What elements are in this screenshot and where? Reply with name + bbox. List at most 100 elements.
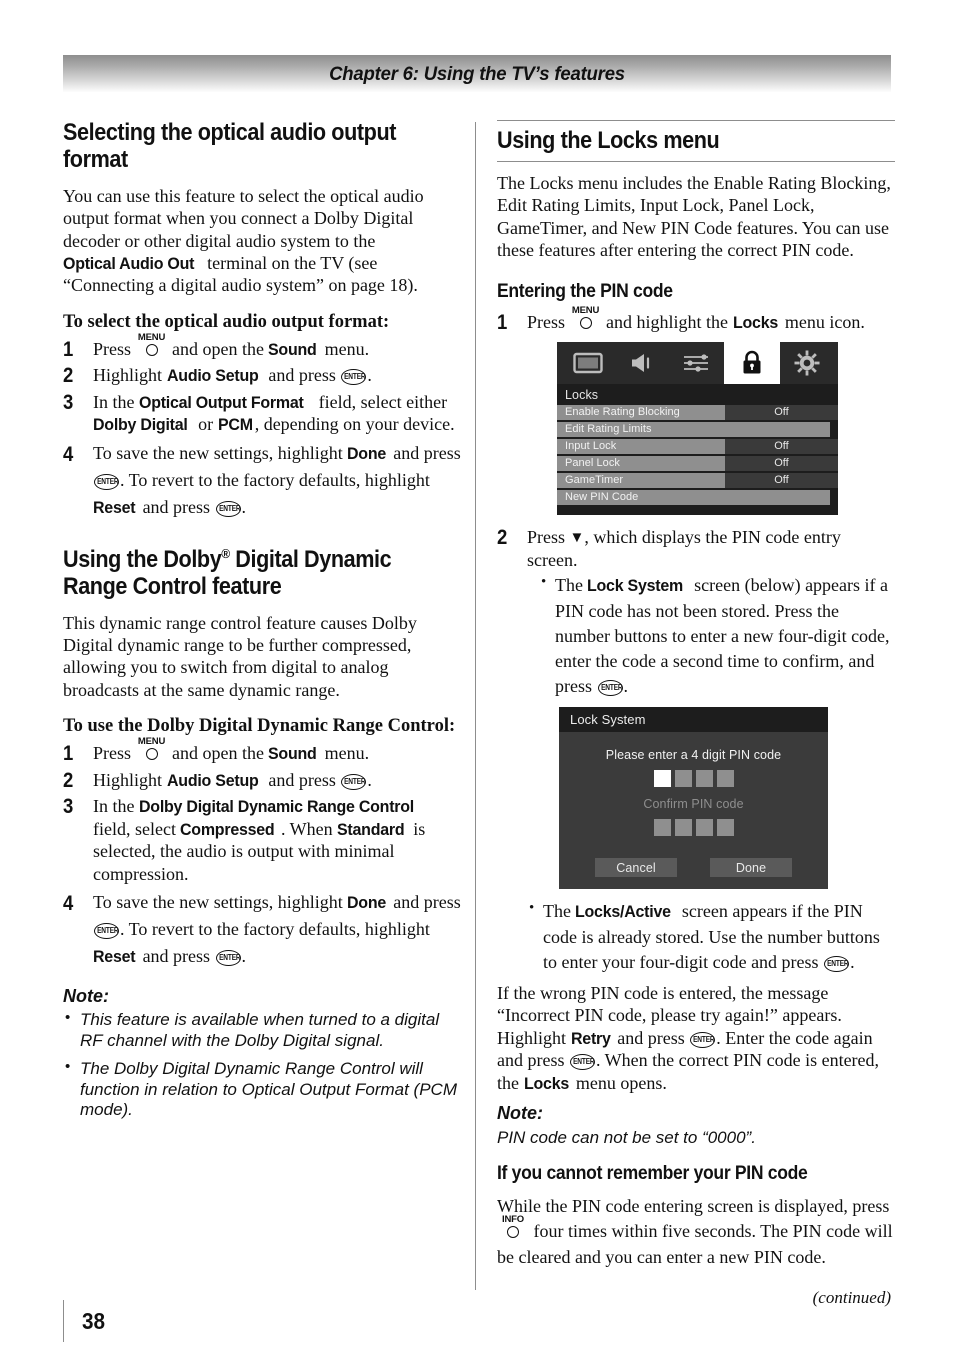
down-arrow-icon: ▼	[569, 530, 585, 547]
enter-key-icon: ENTER	[597, 680, 623, 697]
step-text: and press	[138, 496, 215, 517]
heading-part-a: Using the Dolby	[63, 545, 222, 573]
done-button[interactable]: Done	[710, 858, 792, 878]
pcm-label: PCM	[217, 415, 253, 435]
steps-dolby-drc: 1 Press MENU and open the Sound menu. 2 …	[63, 737, 463, 970]
steps-pin-entry: 2 Press ▼, which displays the PIN code e…	[497, 526, 895, 699]
step-text: and highlight the	[601, 311, 733, 332]
note-item: This feature is available when turned to…	[63, 1009, 463, 1051]
confirm-pin-boxes[interactable]	[559, 819, 828, 837]
tv-menu-body: Locks Enable Rating Blocking Off Edit Ra…	[557, 384, 838, 516]
step-text: and press	[388, 442, 461, 463]
step-text: To save the new settings, highlight	[93, 442, 348, 463]
lock-icon[interactable]	[723, 342, 780, 385]
pin-entry-boxes[interactable]	[559, 770, 828, 788]
step-item: 1 Press MENU and open the Sound menu.	[63, 737, 463, 765]
enter-key-icon: ENTER	[215, 500, 241, 517]
step-text: or	[193, 414, 218, 435]
step-text: In the	[93, 796, 139, 817]
heading-rule-bottom	[497, 160, 895, 162]
step-number: 3	[63, 390, 74, 414]
left-column: Selecting the optical audio output forma…	[63, 119, 463, 1128]
pin-box[interactable]	[716, 819, 734, 837]
step-text: Press	[93, 338, 136, 359]
intro-text-a: You can use this feature to select the o…	[63, 185, 424, 251]
right-column: Using the Locks menu The Locks menu incl…	[497, 120, 895, 1279]
tv-menu-row-edit-rating-limits[interactable]: Edit Rating Limits	[557, 422, 838, 438]
step-text: , depending on your device.	[254, 414, 455, 435]
tv-menu-row-gametimer[interactable]: GameTimer Off	[557, 473, 838, 489]
enter-key-icon: ENTER	[341, 369, 367, 386]
tv-menu-row-panel-lock[interactable]: Panel Lock Off	[557, 456, 838, 472]
pin-box[interactable]	[695, 819, 713, 837]
tv-menu-row-new-pin-code[interactable]: New PIN Code	[557, 490, 838, 506]
enter-key-icon: ENTER	[569, 1054, 595, 1071]
pin-box[interactable]	[695, 770, 713, 788]
menu-key-label: MENU	[137, 331, 166, 343]
audio-icon[interactable]	[615, 342, 669, 384]
menu-key-icon: MENU	[137, 333, 167, 357]
picture-icon[interactable]	[561, 342, 615, 384]
sound-menu-label: Sound	[268, 744, 318, 764]
step-text: Press	[527, 311, 570, 332]
note-item: The Dolby Digital Dynamic Range Control …	[63, 1058, 463, 1121]
step-text: Highlight	[93, 365, 167, 386]
optical-audio-intro: You can use this feature to select the o…	[63, 185, 463, 297]
tv-menu-row-enable-rating-blocking[interactable]: Enable Rating Blocking Off	[557, 405, 838, 421]
step-item: 3 In the Optical Output Format field, se…	[63, 391, 463, 436]
cancel-button[interactable]: Cancel	[595, 858, 677, 878]
tv-menu-heading: Locks	[565, 388, 599, 403]
gear-icon[interactable]	[780, 342, 834, 384]
page-number: 38	[82, 1308, 106, 1334]
row-value: Off	[725, 439, 838, 455]
note-heading: Note:	[63, 986, 109, 1007]
step-number: 1	[63, 337, 74, 361]
menu-key-icon: MENU	[137, 737, 167, 761]
optical-output-format-label: Optical Output Format	[138, 392, 304, 412]
info-key-circle	[507, 1226, 519, 1239]
pin-box[interactable]	[653, 770, 671, 788]
note-body: PIN code can not be set to “0000”.	[497, 1127, 756, 1147]
enter-key-icon: ENTER	[94, 473, 119, 490]
step-text: Press	[93, 743, 136, 764]
info-key-icon: INFO	[498, 1215, 528, 1239]
step-number: 2	[63, 768, 74, 792]
step-item: 3 In the Dolby Digital Dynamic Range Con…	[63, 795, 463, 885]
tv-menu-row-input-lock[interactable]: Input Lock Off	[557, 439, 838, 455]
step-text: and press	[263, 769, 341, 790]
audio-setup-label: Audio Setup	[166, 770, 259, 790]
enter-key-icon: ENTER	[215, 950, 241, 967]
step-item: 4 To save the new settings, highlight Do…	[63, 889, 463, 970]
enter-key-icon: ENTER	[824, 955, 850, 972]
row-value: Off	[725, 456, 838, 472]
dolby-digital-label: Dolby Digital	[93, 415, 188, 435]
tv-menu-icon-bar	[557, 342, 838, 385]
enter-key-icon: ENTER	[94, 923, 119, 940]
page-number-rule	[63, 1300, 64, 1342]
step-number: 2	[63, 364, 74, 388]
pin-box[interactable]	[653, 819, 671, 837]
pin-box[interactable]	[716, 770, 734, 788]
section-heading-dolby-drc: Using the Dolby® Digital Dynamic Range C…	[63, 545, 423, 601]
locks-menu-intro: The Locks menu includes the Enable Ratin…	[497, 172, 891, 261]
settings-sliders-icon[interactable]	[670, 342, 724, 384]
section-heading-optical-audio: Selecting the optical audio output forma…	[63, 119, 397, 173]
step-text: field, select	[93, 818, 181, 839]
task-heading-dolby-drc: To use the Dolby Digital Dynamic Range C…	[63, 716, 456, 737]
compressed-label: Compressed	[180, 819, 275, 839]
row-value: Off	[725, 405, 838, 421]
row-label: Panel Lock	[557, 456, 725, 472]
para-text: four times within five seconds. The PIN …	[497, 1221, 893, 1267]
step-text: and open the	[167, 338, 269, 359]
row-label: Edit Rating Limits	[557, 422, 830, 438]
task-heading-select-optical: To select the optical audio output forma…	[63, 311, 390, 332]
para-text: and press	[612, 1027, 690, 1048]
step-item: 1 Press MENU and open the Sound menu.	[63, 333, 463, 361]
pin-box[interactable]	[674, 770, 692, 788]
pin-box[interactable]	[674, 819, 692, 837]
enter-key-icon: ENTER	[690, 1031, 716, 1048]
step-text: . When	[280, 818, 338, 839]
step-text: .	[367, 769, 372, 790]
steps-entering-pin: 1 Press MENU and highlight the Locks men…	[497, 306, 895, 334]
step-text: . To revert to the factory defaults, hig…	[120, 469, 430, 490]
